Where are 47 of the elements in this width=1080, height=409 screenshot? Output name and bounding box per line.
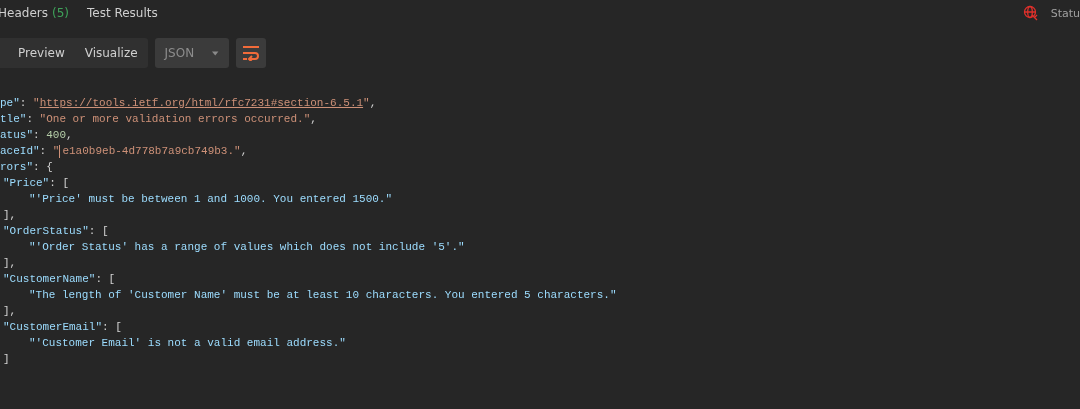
json-key: "Price": [3, 175, 50, 191]
json-punctuation: : {: [33, 160, 53, 175]
json-punctuation: ,: [240, 144, 248, 159]
status-label: Statu: [1050, 6, 1080, 20]
json-string: ": [52, 144, 60, 159]
json-link[interactable]: https://tools.ietf.org/html/rfc7231#section-6.5.1: [39, 95, 364, 111]
view-mode-tab[interactable]: Preview: [18, 46, 65, 60]
json-punctuation: ],: [3, 304, 17, 319]
json-string: "'Customer Email' is not a valid email address.": [29, 336, 346, 351]
json-punctuation: ,: [369, 96, 377, 111]
json-key: "CustomerName": [3, 271, 96, 287]
json-punctuation: ]: [3, 352, 10, 367]
json-punctuation: : [: [88, 224, 109, 239]
json-string: e1a0b9eb-4d778b7a9cb749b3.": [62, 144, 241, 159]
json-punctuation: ],: [3, 208, 17, 223]
response-tab[interactable]: Headers (5): [0, 6, 69, 20]
json-punctuation: :: [26, 112, 34, 127]
json-key: "OrderStatus": [3, 223, 89, 239]
wrap-lines-button[interactable]: [235, 38, 266, 68]
json-string: "The length of 'Customer Name' must be at least 10 characters. You entered 5 characters.": [29, 288, 617, 303]
view-mode-tab[interactable]: Visualize: [84, 46, 138, 60]
json-string: ": [33, 96, 40, 111]
json-key: pe": [0, 95, 20, 111]
json-punctuation: ,: [310, 112, 317, 127]
json-punctuation: ],: [3, 256, 17, 271]
json-number: 400: [46, 128, 67, 143]
json-punctuation: : [: [49, 176, 70, 191]
json-key: rors": [0, 159, 33, 175]
json-string: "'Price' must be between 1 and 1000. You entered 1500.": [29, 192, 393, 207]
json-punctuation: :: [19, 96, 28, 111]
json-string: "'Order Status' has a range of values which does not include '5'.": [29, 240, 465, 255]
json-key: aceId": [0, 143, 40, 159]
json-string: "One or more validation errors occurred.": [39, 112, 311, 127]
json-key: "CustomerEmail": [3, 319, 103, 335]
globe-icon[interactable]: [1022, 5, 1039, 21]
wrap-lines-icon: [241, 45, 260, 61]
text-cursor: [59, 144, 61, 158]
json-punctuation: : [: [95, 272, 116, 287]
json-key: atus": [0, 127, 33, 143]
response-tab[interactable]: Test Results: [86, 6, 158, 20]
json-punctuation: :: [33, 128, 41, 143]
caret-icon: [212, 50, 219, 56]
json-punctuation: :: [39, 144, 48, 159]
json-key: tle": [0, 111, 27, 127]
json-punctuation: : [: [102, 320, 122, 335]
json-string: ": [363, 96, 370, 111]
json-punctuation: ,: [66, 128, 73, 143]
